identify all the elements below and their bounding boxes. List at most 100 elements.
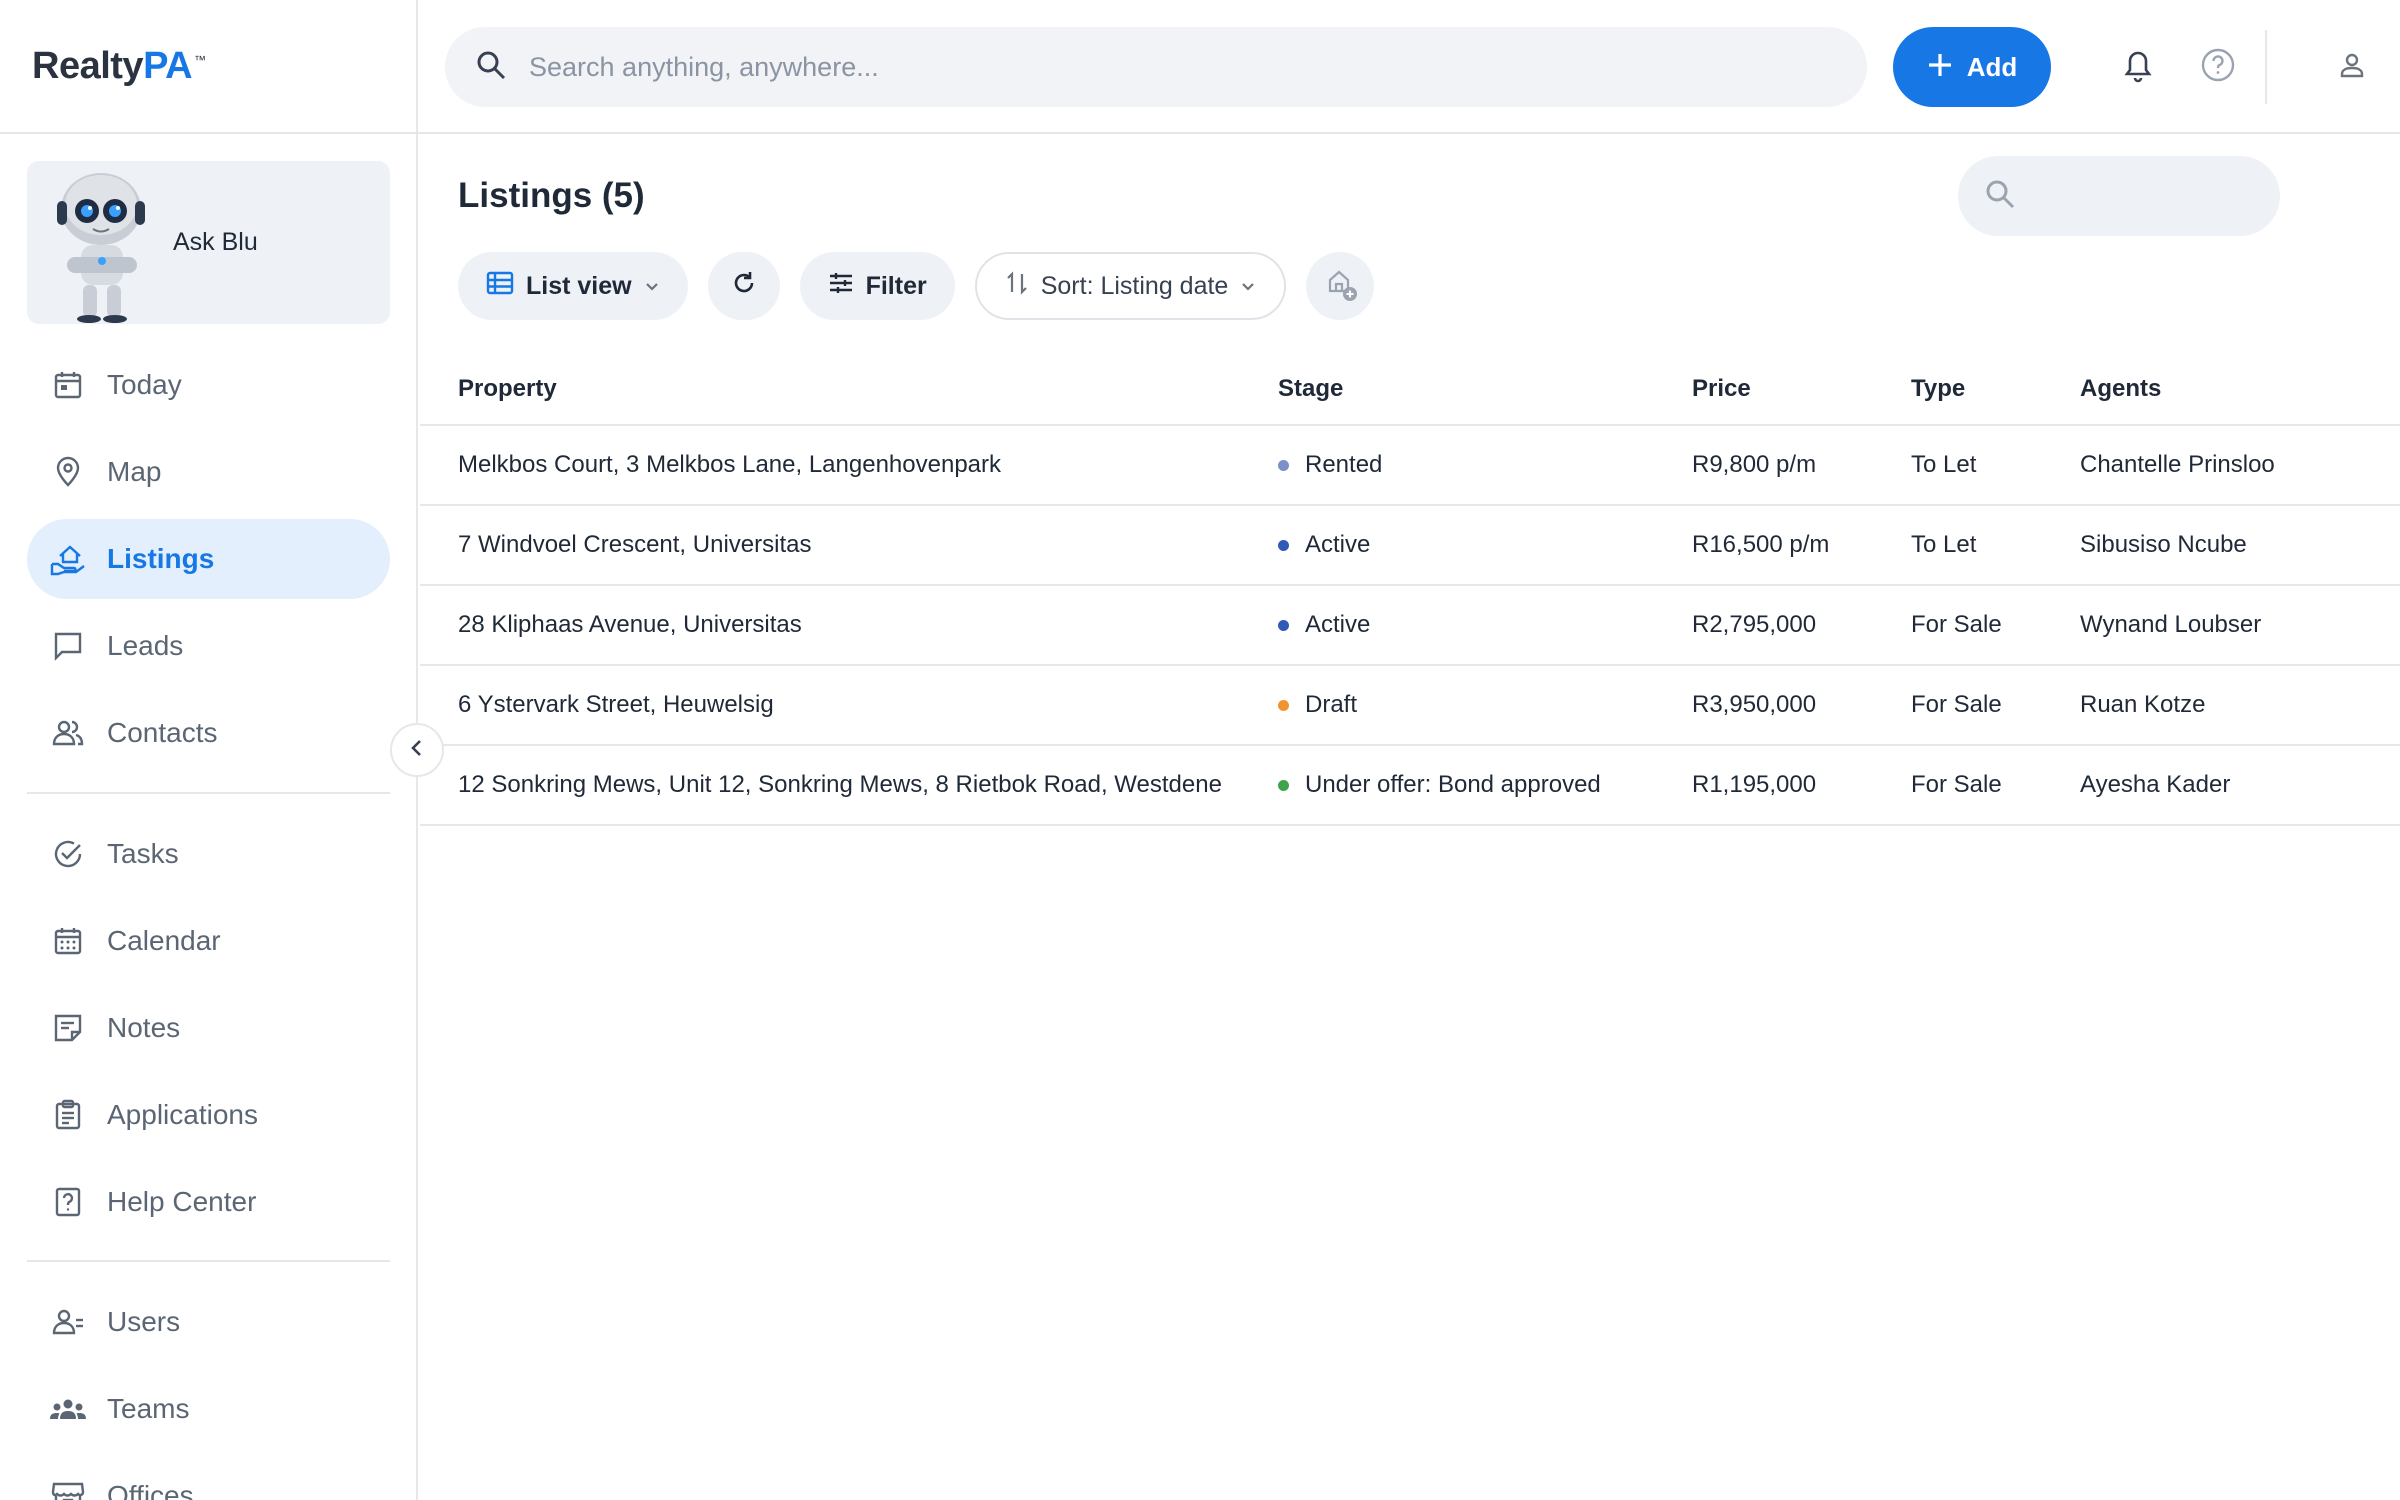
contacts-people-icon xyxy=(49,714,87,752)
stage-cell: Active xyxy=(1278,531,1692,559)
price-cell: R9,800 p/m xyxy=(1692,451,1817,478)
sidebar-item-leads[interactable]: Leads xyxy=(27,606,390,686)
sidebar-item-label: Map xyxy=(107,456,162,487)
table-row[interactable]: 28 Kliphaas Avenue, Universitas Active R… xyxy=(420,586,2400,666)
global-search[interactable] xyxy=(445,27,1867,107)
table-row[interactable]: Melkbos Court, 3 Melkbos Lane, Langenhov… xyxy=(420,426,2400,506)
header-divider xyxy=(2265,30,2267,104)
sidebar-item-calendar[interactable]: Calendar xyxy=(27,901,390,981)
sidebar-item-offices[interactable]: Offices xyxy=(27,1456,390,1500)
view-mode-label: List view xyxy=(526,271,632,300)
chat-bubble-icon xyxy=(49,627,87,665)
add-listing-button[interactable] xyxy=(1306,252,1375,320)
user-menu-button[interactable] xyxy=(2330,45,2374,89)
logo-trademark: ™ xyxy=(194,52,206,67)
view-mode-dropdown[interactable]: List view xyxy=(458,252,688,320)
agent-cell: Sibusiso Ncube xyxy=(2080,531,2247,558)
refresh-button[interactable] xyxy=(707,252,780,320)
sidebar-item-contacts[interactable]: Contacts xyxy=(27,693,390,773)
stage-label: Active xyxy=(1305,531,1371,558)
sidebar-item-teams[interactable]: Teams xyxy=(27,1369,390,1449)
sidebar-item-tasks[interactable]: Tasks xyxy=(27,814,390,894)
listings-search-input[interactable] xyxy=(2028,182,2258,210)
plus-icon xyxy=(1927,52,1953,83)
stage-label: Draft xyxy=(1305,691,1358,718)
calendar-grid-icon xyxy=(49,922,87,960)
calendar-today-icon xyxy=(49,366,87,404)
check-circle-icon xyxy=(49,835,87,873)
column-header-agents[interactable]: Agents xyxy=(2080,375,2360,403)
sidebar-item-label: Calendar xyxy=(107,925,221,956)
type-cell: For Sale xyxy=(1911,691,2002,718)
sidebar-item-today[interactable]: Today xyxy=(27,345,390,425)
sidebar: RealtyPA ™ Ask Blu Today Map Listings Le… xyxy=(0,0,418,1500)
sidebar-item-label: Today xyxy=(107,369,182,400)
collapse-sidebar-button[interactable] xyxy=(390,723,444,777)
sidebar-item-users[interactable]: Users xyxy=(27,1282,390,1362)
refresh-icon xyxy=(731,270,757,303)
search-icon xyxy=(475,49,507,86)
teams-icon xyxy=(49,1390,87,1428)
agent-cell: Chantelle Prinsloo xyxy=(2080,451,2275,478)
table-header-row: Property Stage Price Type Agents xyxy=(420,354,2400,426)
sidebar-divider xyxy=(27,1260,390,1262)
logo-text-realty: Realty xyxy=(32,44,144,87)
help-button[interactable] xyxy=(2196,45,2240,89)
stage-cell: Rented xyxy=(1278,451,1692,479)
property-cell: 6 Ystervark Street, Heuwelsig xyxy=(458,691,774,718)
chevron-down-icon xyxy=(644,272,660,301)
user-icon xyxy=(2336,49,2368,86)
sidebar-item-label: Notes xyxy=(107,1012,181,1043)
sidebar-nav-admin: Users Teams Offices xyxy=(27,1282,390,1500)
add-button[interactable]: Add xyxy=(1893,27,2051,107)
note-icon xyxy=(49,1009,87,1047)
price-cell: R3,950,000 xyxy=(1692,691,1817,718)
type-cell: For Sale xyxy=(1911,611,2002,638)
type-cell: To Let xyxy=(1911,451,1977,478)
sidebar-item-notes[interactable]: Notes xyxy=(27,988,390,1068)
column-header-stage[interactable]: Stage xyxy=(1278,375,1692,403)
price-cell: R16,500 p/m xyxy=(1692,531,1830,558)
global-search-input[interactable] xyxy=(529,51,1829,83)
main-content: Listings (5) List view Filter Sort: List… xyxy=(420,136,2400,1500)
notifications-button[interactable] xyxy=(2116,45,2160,89)
realtypa-logo[interactable]: RealtyPA ™ xyxy=(32,45,206,88)
sidebar-item-applications[interactable]: Applications xyxy=(27,1075,390,1155)
help-square-icon xyxy=(49,1183,87,1221)
top-header: Add xyxy=(418,0,2400,134)
add-button-label: Add xyxy=(1966,51,2018,82)
column-header-price[interactable]: Price xyxy=(1692,375,1911,403)
stage-status-dot xyxy=(1278,539,1289,551)
logo-text-pa: PA xyxy=(143,44,193,87)
ask-blu-button[interactable]: Ask Blu xyxy=(27,161,390,324)
search-icon xyxy=(1984,178,2016,215)
column-header-property[interactable]: Property xyxy=(420,375,1278,403)
price-cell: R1,195,000 xyxy=(1692,771,1817,798)
table-row[interactable]: 12 Sonkring Mews, Unit 12, Sonkring Mews… xyxy=(420,746,2400,826)
stage-cell: Active xyxy=(1278,611,1692,639)
table-row[interactable]: 6 Ystervark Street, Heuwelsig Draft R3,9… xyxy=(420,666,2400,746)
stage-status-dot xyxy=(1278,459,1289,471)
property-cell: 7 Windvoel Crescent, Universitas xyxy=(458,531,812,558)
column-header-type[interactable]: Type xyxy=(1911,375,2080,403)
sort-dropdown[interactable]: Sort: Listing date xyxy=(974,252,1287,320)
sidebar-item-label: Applications xyxy=(107,1099,258,1130)
filter-button[interactable]: Filter xyxy=(799,252,955,320)
sidebar-item-listings[interactable]: Listings xyxy=(27,519,390,599)
sidebar-item-label: Listings xyxy=(107,543,215,574)
sidebar-item-help-center[interactable]: Help Center xyxy=(27,1162,390,1242)
listings-search[interactable] xyxy=(1958,156,2280,236)
stage-label: Rented xyxy=(1305,451,1383,478)
property-cell: 28 Kliphaas Avenue, Universitas xyxy=(458,611,802,638)
table-row[interactable]: 7 Windvoel Crescent, Universitas Active … xyxy=(420,506,2400,586)
stage-cell: Draft xyxy=(1278,691,1692,719)
sort-arrows-icon xyxy=(1005,270,1029,303)
listings-hand-house-icon xyxy=(49,540,87,578)
sidebar-item-map[interactable]: Map xyxy=(27,432,390,512)
agent-cell: Ayesha Kader xyxy=(2080,771,2231,798)
sidebar-item-label: Tasks xyxy=(107,838,179,869)
sidebar-item-label: Users xyxy=(107,1306,181,1337)
property-cell: Melkbos Court, 3 Melkbos Lane, Langenhov… xyxy=(458,451,1001,478)
page-title: Listings (5) xyxy=(458,176,645,215)
list-view-icon xyxy=(486,271,514,302)
